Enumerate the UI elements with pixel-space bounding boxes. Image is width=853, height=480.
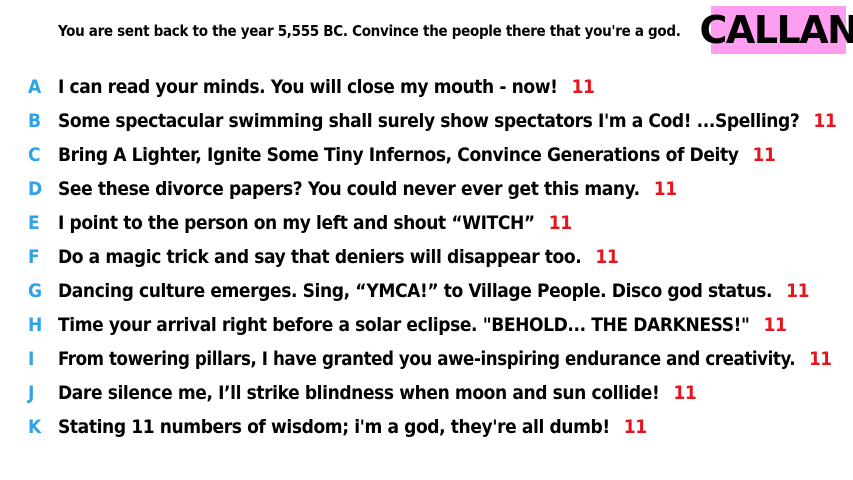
answer-letter: E [28,212,40,234]
answer-score: 11 [786,280,810,302]
question-prompt: You are sent back to the year 5,555 BC. … [58,22,681,40]
answer-text: I point to the person on my left and sho… [58,212,572,234]
answer-text: Dare silence me, I’ll strike blindness w… [58,382,697,404]
answer-score: 11 [571,76,595,98]
answer-text: Time your arrival right before a solar e… [58,314,787,336]
answer-text: See these divorce papers? You could neve… [58,178,677,200]
answer-score: 11 [623,416,647,438]
answer-letter: F [28,246,40,268]
answer-text: Stating 11 numbers of wisdom; i'm a god,… [58,416,647,438]
answer-letter: B [28,110,42,132]
answer-score: 11 [763,314,787,336]
answer-text: Bring A Lighter, Ignite Some Tiny Infern… [58,144,776,166]
answer-letter: D [28,178,43,200]
answer-letter: G [28,280,43,302]
answer-score: 11 [673,382,697,404]
answer-letter: J [28,382,35,404]
answer-score: 11 [548,212,572,234]
answer-text: I can read your minds. You will close my… [58,76,595,98]
answer-letter: K [28,416,42,438]
answer-text: Do a magic trick and say that deniers wi… [58,246,619,268]
answer-letter: A [28,76,42,98]
answer-score: 11 [813,110,837,132]
answer-score: 11 [595,246,619,268]
answer-text: From towering pillars, I have granted yo… [58,348,832,370]
answer-score: 11 [809,348,832,370]
answer-letter: H [28,314,43,336]
answer-letter: I [28,348,35,370]
answer-letter: C [28,144,41,166]
answer-score: 11 [752,144,776,166]
answer-score: 11 [653,178,677,200]
callan-logo: CALLAN [699,6,853,54]
answer-text: Dancing culture emerges. Sing, “YMCA!” t… [58,280,810,302]
answer-text: Some spectacular swimming shall surely s… [58,110,837,132]
